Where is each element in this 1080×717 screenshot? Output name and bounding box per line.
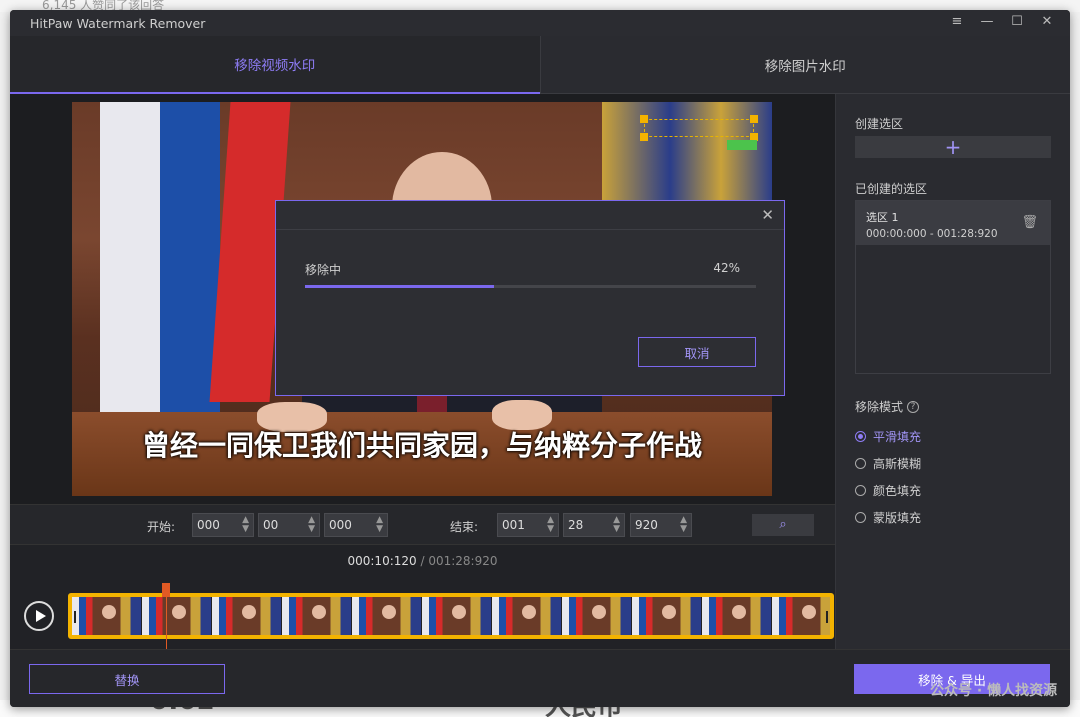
total-time: 001:28:920: [428, 554, 498, 568]
right-panel: 创建选区 + 已创建的选区 选区 1 000:00:000 - 001:28:9…: [835, 94, 1070, 649]
selection-range: 000:00:000 - 001:28:920: [866, 228, 998, 240]
selection-name: 选区 1: [866, 211, 899, 224]
removal-mode-label: 移除模式: [855, 400, 904, 414]
mode-label: 蒙版填充: [873, 511, 922, 525]
dialog-header: ✕: [276, 201, 784, 230]
spin-icon[interactable]: ▲ ▼: [680, 516, 687, 534]
mode-label: 颜色填充: [873, 484, 922, 498]
title-bar: HitPaw Watermark Remover ≡ — ☐ ✕: [10, 10, 1070, 36]
radio-icon[interactable]: [855, 458, 866, 469]
frame-thumbnail: [72, 597, 142, 635]
end-ms-value: 920: [635, 518, 658, 532]
radio-icon[interactable]: [855, 485, 866, 496]
watermark-selection-box[interactable]: [644, 119, 754, 137]
tab-video-watermark[interactable]: 移除视频水印: [10, 36, 540, 94]
end-label: 结束:: [450, 520, 479, 534]
selection-handle-tl[interactable]: [640, 115, 648, 123]
current-time: 000:10:120: [347, 554, 417, 568]
mode-label: 高斯模糊: [873, 457, 922, 471]
start-hours-input[interactable]: 000 ▲ ▼: [192, 513, 254, 537]
time-separator: /: [416, 554, 429, 568]
strip-handle-right[interactable]: [826, 611, 828, 623]
time-readout: 000:10:120 / 001:28:920: [10, 554, 835, 568]
spin-icon[interactable]: ▲ ▼: [613, 516, 620, 534]
video-subtitle: 曾经一同保卫我们共同家园，与纳粹分子作战: [141, 429, 702, 462]
frame-thumbnail: [352, 597, 422, 635]
start-hours-value: 000: [197, 518, 220, 532]
play-icon: [35, 610, 46, 622]
frame-thumbnail: [492, 597, 562, 635]
frame-thumbnail: [632, 597, 702, 635]
menu-icon[interactable]: ≡: [948, 13, 966, 31]
selection-item[interactable]: 选区 1 000:00:000 - 001:28:920 🗑: [856, 201, 1050, 245]
app-window: HitPaw Watermark Remover ≡ — ☐ ✕ 移除视频水印 …: [10, 10, 1070, 707]
mode-smooth-fill[interactable]: 平滑填充: [855, 428, 921, 445]
frame-thumbnail: [772, 597, 830, 635]
progress-label: 移除中: [305, 263, 342, 277]
created-selections-label: 已创建的选区: [855, 182, 928, 196]
end-hours-input[interactable]: 001 ▲ ▼: [497, 513, 559, 537]
spin-icon[interactable]: ▲ ▼: [547, 516, 554, 534]
selection-handle-tr[interactable]: [750, 115, 758, 123]
plus-icon: +: [944, 135, 962, 159]
timeline-strip[interactable]: [68, 593, 834, 639]
mode-color-fill[interactable]: 颜色填充: [855, 482, 921, 499]
strip-handle-left[interactable]: [74, 611, 76, 623]
maximize-icon[interactable]: ☐: [1008, 13, 1026, 31]
spin-icon[interactable]: ▲ ▼: [242, 516, 249, 534]
window-controls: ≡ — ☐ ✕: [948, 13, 1056, 31]
start-label: 开始:: [147, 520, 176, 534]
mode-tabs: 移除视频水印 移除图片水印: [10, 36, 1070, 94]
minimize-icon[interactable]: —: [978, 13, 996, 31]
start-minutes-input[interactable]: 00 ▲ ▼: [258, 513, 320, 537]
progress-percent: 42%: [713, 261, 740, 275]
app-title: HitPaw Watermark Remover: [30, 15, 206, 31]
tab-image-watermark[interactable]: 移除图片水印: [539, 36, 1070, 94]
selection-handle-bl[interactable]: [640, 133, 648, 141]
zoom-icon: ⌕: [779, 517, 787, 532]
frame-thumbnail: [142, 597, 212, 635]
close-icon[interactable]: ✕: [1038, 13, 1056, 31]
end-hours-value: 001: [502, 518, 525, 532]
start-ms-input[interactable]: 000 ▲ ▼: [324, 513, 388, 537]
start-minutes-value: 00: [263, 518, 279, 532]
help-icon[interactable]: ?: [907, 400, 920, 413]
spin-icon[interactable]: ▲ ▼: [376, 516, 383, 534]
frame-thumbnail: [212, 597, 282, 635]
frame-thumbnail: [422, 597, 492, 635]
progress-bar: [305, 285, 756, 288]
frame-thumbnail: [702, 597, 772, 635]
radio-icon[interactable]: [855, 512, 866, 523]
progress-bar-fill: [305, 285, 495, 288]
dialog-close-icon[interactable]: ✕: [761, 206, 774, 224]
mode-gaussian-blur[interactable]: 高斯模糊: [855, 455, 921, 472]
mode-label: 平滑填充: [873, 430, 922, 444]
start-ms-value: 000: [329, 518, 352, 532]
zoom-button[interactable]: ⌕: [752, 514, 814, 536]
progress-dialog: ✕ 移除中 42% 取消: [275, 200, 785, 396]
frame-thumbnail: [282, 597, 352, 635]
frame-thumbnail: [562, 597, 632, 635]
end-ms-input[interactable]: 920 ▲ ▼: [630, 513, 692, 537]
end-minutes-value: 28: [568, 518, 584, 532]
selection-indicator: [727, 140, 757, 150]
time-range-controls: 开始: 000 ▲ ▼ 00 ▲ ▼ 000 ▲ ▼ 结束: 001 ▲ ▼ 28 ▲ ▼ 920 ▲…: [10, 504, 835, 544]
trash-icon[interactable]: 🗑: [1021, 215, 1038, 230]
timeline-panel: 000:10:120 / 001:28:920: [10, 544, 835, 649]
mode-mask-fill[interactable]: 蒙版填充: [855, 509, 921, 526]
create-selection-label: 创建选区: [855, 117, 904, 131]
bottom-bar: 替换 移除 & 导出: [10, 649, 1070, 707]
cancel-button[interactable]: 取消: [638, 337, 756, 367]
play-button[interactable]: [24, 601, 54, 631]
radio-icon[interactable]: [855, 431, 866, 442]
spin-icon[interactable]: ▲ ▼: [308, 516, 315, 534]
selection-list: 选区 1 000:00:000 - 001:28:920 🗑: [855, 200, 1051, 374]
add-selection-button[interactable]: +: [855, 136, 1051, 158]
playhead-line: [166, 583, 167, 649]
watermark-overlay: 公众号 · 懒人找资源: [930, 683, 1058, 699]
end-minutes-input[interactable]: 28 ▲ ▼: [563, 513, 625, 537]
replace-button[interactable]: 替换: [29, 664, 225, 694]
removal-mode-header: 移除模式 ?: [855, 398, 920, 415]
